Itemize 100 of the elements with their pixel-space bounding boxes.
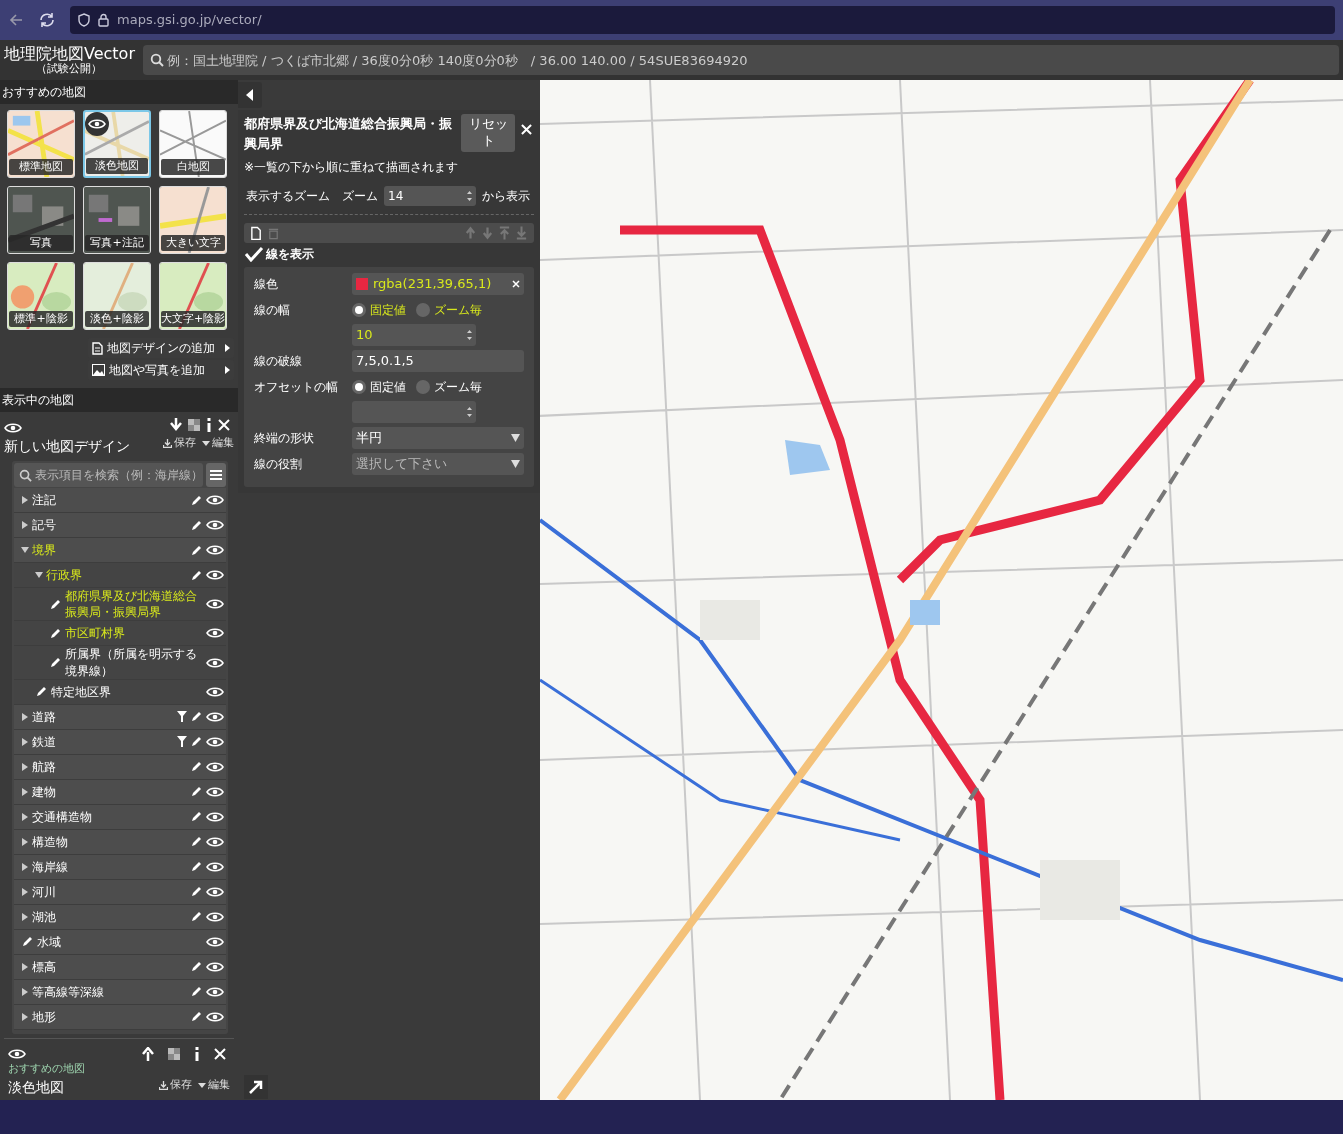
layer-row[interactable]: 海岸線 <box>14 854 226 880</box>
pencil-icon[interactable] <box>191 886 202 898</box>
caret-icon[interactable] <box>21 547 29 553</box>
layer-row[interactable]: 航路 <box>14 754 226 780</box>
layer-row[interactable]: 鉄道 <box>14 729 226 755</box>
opacity-icon[interactable] <box>168 1047 180 1060</box>
caret-icon[interactable] <box>22 787 28 796</box>
close-icon[interactable] <box>218 419 230 431</box>
spinner-icon[interactable] <box>467 190 472 202</box>
layer-search-field[interactable]: 表示項目を検索（例：海岸線） <box>14 463 203 487</box>
layer-row[interactable]: 所属界（所属を明示する境界線） <box>14 646 226 680</box>
spinner-icon[interactable] <box>467 406 472 418</box>
radio-option[interactable]: 固定値 <box>352 378 406 396</box>
layer-row[interactable]: 標高 <box>14 954 226 980</box>
pencil-icon[interactable] <box>191 786 202 798</box>
map-tile[interactable]: 淡色+陰影 <box>83 262 151 330</box>
pencil-icon[interactable] <box>50 657 61 669</box>
number-field[interactable] <box>352 401 476 423</box>
pencil-icon[interactable] <box>191 811 202 823</box>
eye-icon[interactable] <box>206 518 224 532</box>
filter-icon[interactable] <box>177 736 187 748</box>
pencil-icon[interactable] <box>191 961 202 973</box>
back-arrow-icon[interactable] <box>8 12 24 28</box>
caret-icon[interactable] <box>22 737 28 746</box>
radio-option[interactable]: ズーム毎 <box>416 378 482 396</box>
layer-row[interactable]: 都府県界及び北海道総合振興局・振興局界 <box>14 588 226 622</box>
collapse-button[interactable] <box>238 82 262 108</box>
eye-icon[interactable] <box>206 543 224 557</box>
pencil-icon[interactable] <box>50 627 61 639</box>
pencil-icon[interactable] <box>191 519 202 531</box>
save-link[interactable]: 保存 <box>163 435 196 452</box>
caret-icon[interactable] <box>22 521 28 529</box>
eye-icon[interactable] <box>206 493 224 507</box>
pencil-icon[interactable] <box>191 761 202 773</box>
caret-icon[interactable] <box>22 712 28 721</box>
select-field[interactable]: 半円 <box>352 427 524 449</box>
caret-icon[interactable] <box>22 837 28 846</box>
save-link[interactable]: 保存 <box>159 1077 192 1094</box>
search-field[interactable]: 例：国土地理院 / つくば市北郷 / 36度0分0秒 140度0分0秒 / 36.00 140.00 / 54SUE83694920 <box>143 45 1339 75</box>
text-field[interactable]: 7,5,0.1,5 <box>352 350 524 372</box>
layer-row[interactable]: 構造物 <box>14 829 226 855</box>
edit-link[interactable]: 編集 <box>198 1077 230 1094</box>
zoom-number-field[interactable]: 14 <box>384 186 476 206</box>
caret-icon[interactable] <box>22 887 28 896</box>
caret-icon[interactable] <box>22 987 28 996</box>
pencil-icon[interactable] <box>191 736 202 748</box>
caret-icon[interactable] <box>35 572 43 578</box>
menu-button[interactable] <box>206 463 226 487</box>
address-bar[interactable]: maps.gsi.go.jp/vector/ <box>70 6 1335 34</box>
pencil-icon[interactable] <box>191 836 202 848</box>
pencil-icon[interactable] <box>22 936 33 948</box>
map-tile[interactable]: 写真+注記 <box>83 186 151 254</box>
color-field[interactable]: rgba(231,39,65,1) <box>352 273 524 295</box>
filter-icon[interactable] <box>177 711 187 723</box>
pencil-icon[interactable] <box>191 544 202 556</box>
map-tile[interactable]: 写真 <box>7 186 75 254</box>
layer-row[interactable]: 記号 <box>14 513 226 538</box>
spinner-icon[interactable] <box>467 329 472 341</box>
download-icon[interactable] <box>170 418 182 432</box>
layer-row[interactable]: 地形 <box>14 1004 226 1030</box>
layer-row[interactable]: 等高線等深線 <box>14 979 226 1005</box>
pencil-icon[interactable] <box>191 986 202 998</box>
pencil-icon[interactable] <box>191 569 202 581</box>
caret-icon[interactable] <box>22 496 28 504</box>
layer-row[interactable]: 水域 <box>14 929 226 955</box>
pencil-icon[interactable] <box>191 711 202 723</box>
layer-row[interactable]: 注記 <box>14 488 226 513</box>
layer-row[interactable]: 道路 <box>14 704 226 730</box>
layer-row[interactable]: 建物 <box>14 779 226 805</box>
layer-row[interactable]: 湖池 <box>14 904 226 930</box>
radio-option[interactable]: 固定値 <box>352 301 406 319</box>
map-tile[interactable]: 標準地図 <box>7 110 75 178</box>
info-icon[interactable] <box>206 418 212 432</box>
expand-button[interactable] <box>244 1075 268 1099</box>
caret-icon[interactable] <box>22 1012 28 1021</box>
reset-button[interactable]: リセット <box>461 114 515 152</box>
caret-icon[interactable] <box>22 862 28 871</box>
map-tile[interactable]: 白地図 <box>159 110 227 178</box>
caret-icon[interactable] <box>22 962 28 971</box>
map-tile[interactable]: 標準+陰影 <box>7 262 75 330</box>
caret-icon[interactable] <box>22 912 28 921</box>
file-icon[interactable] <box>250 226 263 240</box>
up-arrow-icon[interactable] <box>142 1046 154 1061</box>
radio-option[interactable]: ズーム毎 <box>416 301 482 319</box>
pencil-icon[interactable] <box>191 1011 202 1023</box>
number-field[interactable]: 10 <box>352 324 476 346</box>
caret-icon[interactable] <box>22 812 28 821</box>
pencil-icon[interactable] <box>191 911 202 923</box>
select-field[interactable]: 選択して下さい <box>352 453 524 475</box>
pencil-icon[interactable] <box>191 494 202 506</box>
eye-icon[interactable] <box>206 568 224 582</box>
pencil-icon[interactable] <box>191 861 202 873</box>
map-tile[interactable]: 大文字+陰影 <box>159 262 227 330</box>
reload-icon[interactable] <box>38 11 56 29</box>
edit-link[interactable]: 編集 <box>202 435 234 452</box>
layer-row[interactable]: 河川 <box>14 879 226 905</box>
layer-row[interactable]: 交通構造物 <box>14 804 226 830</box>
clear-icon[interactable] <box>512 280 520 288</box>
layer-row[interactable]: 境界 <box>14 538 226 563</box>
pencil-icon[interactable] <box>36 686 47 698</box>
